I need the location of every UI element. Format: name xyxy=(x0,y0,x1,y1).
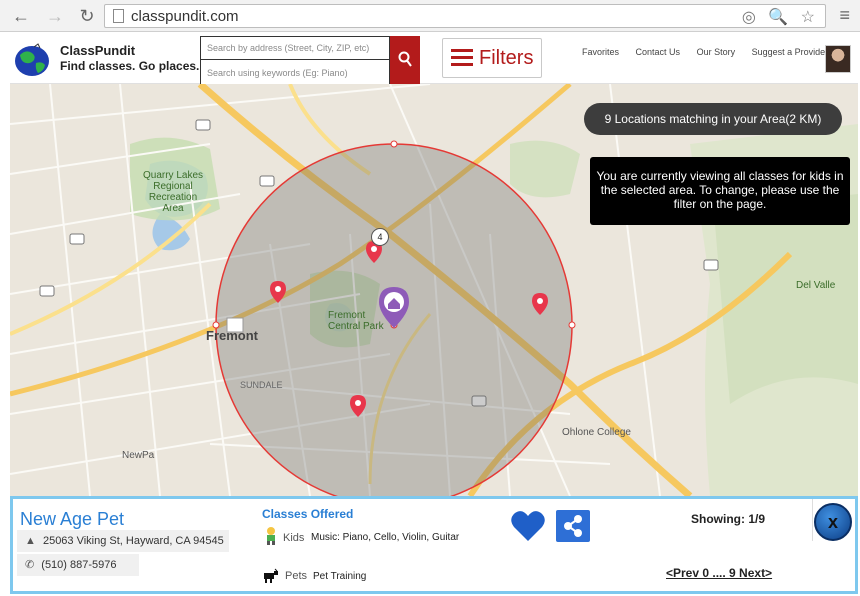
favorite-heart-icon[interactable] xyxy=(510,509,546,543)
brand-tagline: Find classes. Go places. xyxy=(60,59,200,73)
map-label-fremont: Fremont xyxy=(206,328,258,343)
globe-logo-icon[interactable] xyxy=(12,43,52,77)
site-header: ClassPundit Find classes. Go places. Fil… xyxy=(10,33,858,84)
map-label-newark: NewPa xyxy=(122,450,155,461)
map-label-central-park: Fremont Central Park xyxy=(328,310,384,332)
pagination-link[interactable]: <Prev 0 .... 9 Next> xyxy=(666,566,772,580)
browser-toolbar: ← → ↻ classpundit.com ◎ 🔍 ☆ ≡ xyxy=(0,0,860,32)
location-icon: ▲ xyxy=(25,535,36,547)
filters-label: Filters xyxy=(479,47,534,69)
search-icon xyxy=(398,51,412,67)
dog-icon xyxy=(264,568,278,583)
map-canvas[interactable] xyxy=(10,84,858,496)
omnibox-icons[interactable]: ◎ 🔍 ☆ xyxy=(742,7,819,27)
forward-icon[interactable]: → xyxy=(44,5,66,27)
provider-name[interactable]: New Age Pet xyxy=(20,509,124,530)
cluster-count-badge[interactable]: 4 xyxy=(371,228,389,246)
share-button[interactable] xyxy=(556,510,590,542)
showing-count: Showing: 1/9 xyxy=(691,512,766,526)
nav-link-story[interactable]: Our Story xyxy=(697,47,736,57)
kids-icon xyxy=(267,527,275,545)
search-button[interactable] xyxy=(390,36,420,84)
map-label-quarry-lakes: Quarry Lakes Regional Recreation Area xyxy=(142,170,204,214)
filter-notice: You are currently viewing all classes fo… xyxy=(590,157,850,225)
address-search-input[interactable] xyxy=(201,37,389,60)
address-bar[interactable]: classpundit.com ◎ 🔍 ☆ xyxy=(104,4,826,28)
filters-button[interactable]: Filters xyxy=(442,38,542,78)
avatar[interactable] xyxy=(825,45,851,73)
phone-text: (510) 887-5976 xyxy=(41,559,117,571)
category-label-pets: Pets xyxy=(285,570,308,582)
provider-info-panel: New Age Pet ▲ 25063 Viking St, Hayward, … xyxy=(10,496,858,594)
nav-link-suggest[interactable]: Suggest a Provider xyxy=(752,47,829,57)
brand-name[interactable]: ClassPundit xyxy=(60,43,135,58)
reload-icon[interactable]: ↻ xyxy=(76,5,98,27)
share-icon xyxy=(564,515,582,537)
search-box xyxy=(200,36,390,84)
close-button[interactable]: x xyxy=(814,503,852,541)
map[interactable]: 4 Fremont Quarry Lakes Regional Recreati… xyxy=(10,84,858,496)
keyword-search-input[interactable] xyxy=(201,61,389,84)
map-label-sundale: SUNDALE xyxy=(240,380,283,390)
address-url: classpundit.com xyxy=(131,8,239,25)
map-label-del-valle: Del Valle xyxy=(796,280,836,291)
category-classes-pets: Pet Training xyxy=(313,571,367,582)
phone-icon: ✆ xyxy=(25,559,35,571)
filters-icon xyxy=(451,49,473,67)
provider-address: ▲ 25063 Viking St, Hayward, CA 94545 xyxy=(17,530,229,552)
back-icon[interactable]: ← xyxy=(10,5,32,27)
top-nav: Favorites Contact Us Our Story Suggest a… xyxy=(582,47,842,57)
browser-menu-icon[interactable]: ≡ xyxy=(839,5,850,26)
category-label-kids: Kids xyxy=(283,532,305,544)
locations-count-pill: 9 Locations matching in your Area(2 KM) xyxy=(584,103,842,135)
address-text: 25063 Viking St, Hayward, CA 94545 xyxy=(42,535,224,547)
classes-offered-title: Classes Offered xyxy=(262,507,354,521)
map-label-ohlone: Ohlone College xyxy=(562,427,631,438)
page-icon xyxy=(113,9,124,23)
nav-link-favorites[interactable]: Favorites xyxy=(582,47,619,57)
divider xyxy=(812,499,813,541)
category-classes-kids: Music: Piano, Cello, Violin, Guitar xyxy=(311,532,460,543)
nav-link-contact[interactable]: Contact Us xyxy=(636,47,681,57)
provider-phone: ✆ (510) 887-5976 xyxy=(17,554,139,576)
